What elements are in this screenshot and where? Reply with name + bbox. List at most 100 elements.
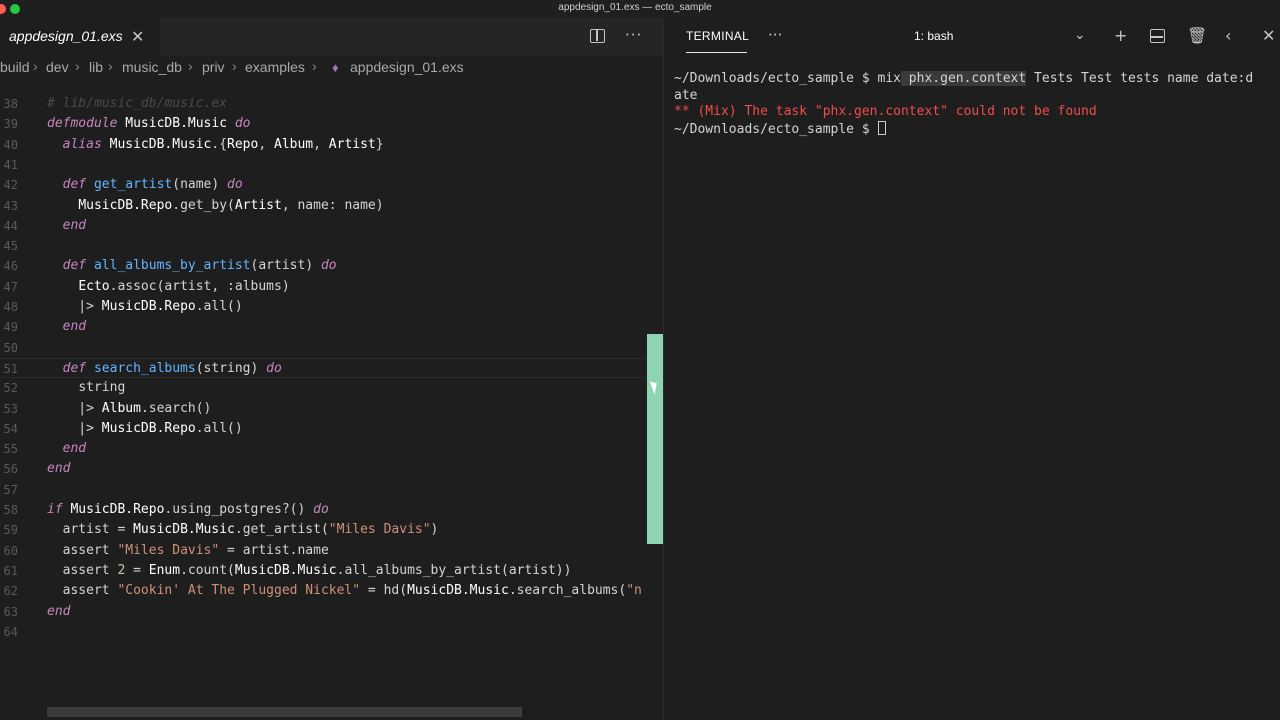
line-number: 41 <box>3 157 18 172</box>
breadcrumb-item[interactable]: examples <box>245 59 305 75</box>
code-line[interactable]: 64 <box>0 622 663 642</box>
code-line[interactable]: 47 Ecto.assoc(artist, :albums) <box>0 277 663 297</box>
code-line[interactable]: 48 |> MusicDB.Repo.all() <box>0 297 663 317</box>
breadcrumb-item[interactable]: lib <box>89 59 103 75</box>
line-number: 38 <box>3 97 18 111</box>
line-number: 60 <box>3 543 18 558</box>
title-bar: appdesign_01.exs — ecto_sample <box>0 0 1280 18</box>
chevron-down-icon: ⌄ <box>1074 27 1086 43</box>
code-text: end <box>47 461 71 477</box>
line-number: 54 <box>3 421 18 436</box>
chevron-right-icon: › <box>33 58 38 74</box>
breadcrumb-item[interactable]: music_db <box>122 59 182 75</box>
code-text: assert "Miles Davis" = artist.name <box>62 542 329 558</box>
active-tab-indicator <box>686 52 747 53</box>
split-editor-icon[interactable] <box>590 29 605 43</box>
code-line[interactable]: 53 |> Album.search() <box>0 399 663 419</box>
line-number: 43 <box>3 198 18 213</box>
terminal-select[interactable]: 1: bash ⌄ <box>908 25 1092 49</box>
breadcrumb: build › dev › lib › music_db › priv › ex… <box>0 56 663 82</box>
code-line[interactable]: 58 if MusicDB.Repo.using_postgres?() do <box>0 500 663 520</box>
code-text: end <box>62 319 87 335</box>
line-number: 56 <box>3 462 18 477</box>
code-line[interactable]: 55 end <box>0 439 663 459</box>
line-number: 42 <box>3 178 18 193</box>
code-line[interactable]: 52 string <box>0 378 663 398</box>
code-text: Ecto.assoc(artist, :albums) <box>78 278 290 294</box>
editor-pane: appdesign_01.exs ✕ ··· build › dev › lib… <box>0 18 663 720</box>
code-text: end <box>62 217 87 233</box>
more-actions-icon[interactable]: ··· <box>768 26 782 44</box>
code-text: string <box>78 380 126 396</box>
code-line[interactable]: 59 artist = MusicDB.Music.get_artist("Mi… <box>0 520 663 540</box>
line-number: 44 <box>3 218 18 233</box>
code-line[interactable]: 44 end <box>0 216 663 236</box>
code-text: if MusicDB.Repo.using_postgres?() do <box>47 502 329 517</box>
terminal-panel: TERMINAL ··· 1: bash ⌄ + 🗑 ‹ ✕ ~/Downloa… <box>664 18 1280 720</box>
line-number: 59 <box>3 523 18 538</box>
horizontal-scrollbar[interactable] <box>47 707 522 717</box>
terminal-line: ~/Downloads/ecto_sample $ <box>674 120 1274 139</box>
code-line[interactable]: 45 <box>0 236 663 256</box>
code-line[interactable]: 56 end <box>0 459 663 479</box>
code-text: |> MusicDB.Repo.all() <box>47 420 243 436</box>
terminal-header: TERMINAL ··· 1: bash ⌄ + 🗑 ‹ ✕ <box>664 18 1280 56</box>
close-icon[interactable]: ✕ <box>131 27 144 46</box>
code-line[interactable]: 50 <box>0 338 663 358</box>
code-line[interactable]: 40 alias MusicDB.Music.{Repo, Album, Art… <box>0 135 663 155</box>
code-line[interactable]: 41 <box>0 155 663 175</box>
line-number: 45 <box>3 239 18 254</box>
line-number: 52 <box>3 381 18 396</box>
code-line[interactable]: 42 def get_artist(name) do <box>0 175 663 195</box>
code-line[interactable]: 54 |> MusicDB.Repo.all() <box>0 419 663 439</box>
code-line[interactable]: 51 def search_albums(string) do <box>0 357 663 378</box>
code-line[interactable]: 61 assert 2 = Enum.count(MusicDB.Music.a… <box>0 561 663 581</box>
code-text: assert 2 = Enum.count(MusicDB.Music.all_… <box>62 562 572 578</box>
code-text: defmodule MusicDB.Music do <box>47 116 251 132</box>
code-text: def search_albums(string) do <box>62 360 282 376</box>
code-line[interactable]: 62 assert "Cookin' At The Plugged Nickel… <box>0 581 663 601</box>
code-line[interactable]: 46 def all_albums_by_artist(artist) do <box>0 256 663 276</box>
code-line[interactable]: 43 MusicDB.Repo.get_by(Artist, name: nam… <box>0 196 663 216</box>
code-text: MusicDB.Repo.get_by(Artist, name: name) <box>78 197 384 213</box>
code-line[interactable]: 57 <box>0 480 663 500</box>
code-area[interactable]: 38 # lib/music_db/music.ex 39 defmodule Mus… <box>0 82 663 720</box>
code-line[interactable]: 38 # lib/music_db/music.ex <box>0 94 663 114</box>
line-number: 49 <box>3 320 18 335</box>
editor-tab[interactable]: appdesign_01.exs ✕ <box>0 18 160 56</box>
line-number: 50 <box>3 340 18 355</box>
trash-icon[interactable]: 🗑 <box>1187 26 1207 45</box>
line-number: 39 <box>3 117 18 132</box>
line-number: 46 <box>3 259 18 274</box>
split-terminal-icon[interactable] <box>1150 29 1165 43</box>
code-line[interactable]: 63 end <box>0 602 663 622</box>
editor-tab-bar: appdesign_01.exs ✕ ··· <box>0 18 663 56</box>
line-number: 57 <box>3 482 18 497</box>
code-line[interactable]: 49 end <box>0 317 663 337</box>
vertical-scrollbar[interactable] <box>647 334 663 544</box>
tab-terminal[interactable]: TERMINAL <box>686 29 749 43</box>
line-number: 64 <box>3 624 18 639</box>
add-terminal-icon[interactable]: + <box>1114 26 1127 45</box>
code-text: def get_artist(name) do <box>62 177 243 193</box>
breadcrumb-item[interactable]: priv <box>202 59 225 75</box>
chevron-right-icon: › <box>75 58 80 74</box>
editor-tab-label: appdesign_01.exs <box>9 28 123 44</box>
code-text: # lib/music_db/music.ex <box>47 96 228 111</box>
breadcrumb-item[interactable]: appdesign_01.exs <box>350 59 464 75</box>
code-line[interactable]: 60 assert "Miles Davis" = artist.name <box>0 541 663 561</box>
terminal-line: ~/Downloads/ecto_sample $ mix phx.gen.co… <box>674 71 1254 86</box>
code-line[interactable]: 39 defmodule MusicDB.Music do <box>0 114 663 134</box>
line-number: 62 <box>3 584 18 599</box>
breadcrumb-item[interactable]: build <box>0 59 30 75</box>
close-icon[interactable]: ✕ <box>1262 26 1275 45</box>
breadcrumb-item[interactable]: dev <box>46 59 69 75</box>
line-number: 55 <box>3 442 18 457</box>
more-actions-icon[interactable]: ··· <box>625 26 642 44</box>
chevron-left-icon[interactable]: ‹ <box>1225 26 1231 45</box>
terminal-error-line: ** (Mix) The task "phx.gen.context" coul… <box>674 104 1097 119</box>
terminal-output[interactable]: ~/Downloads/ecto_sample $ mix phx.gen.co… <box>674 71 1274 138</box>
line-number: 47 <box>3 279 18 294</box>
code-text: assert "Cookin' At The Plugged Nickel" =… <box>62 583 642 599</box>
chevron-right-icon: › <box>188 58 193 74</box>
